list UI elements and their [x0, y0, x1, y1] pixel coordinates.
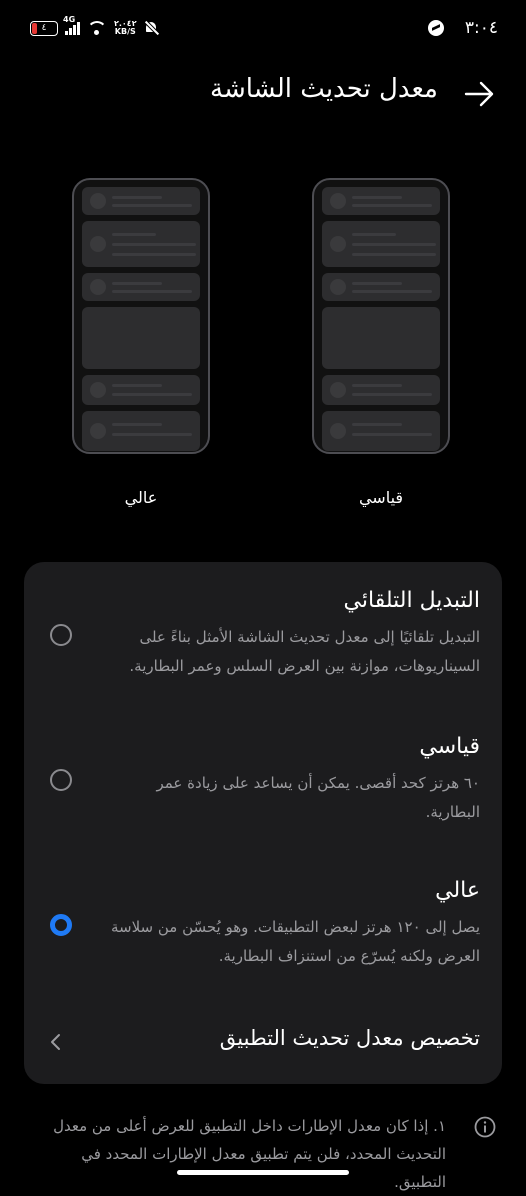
battery-icon: ٤	[30, 20, 58, 36]
network-speed: ٢.٠٤٢ KB/S	[114, 20, 137, 36]
radio-standard[interactable]	[50, 769, 72, 791]
info-icon	[474, 1116, 496, 1138]
arrow-right-icon	[464, 81, 494, 107]
option-standard-title: قياسي	[419, 734, 480, 759]
refresh-rate-options: التبديل التلقائي التبديل تلقائيًا إلى مع…	[24, 562, 502, 1084]
option-high-title: عالي	[435, 878, 480, 903]
option-standard-desc: ٦٠ هرتز كحد أقصى. يمكن أن يساعد على زياد…	[156, 774, 480, 821]
status-time: ٣:٠٤	[464, 18, 498, 38]
preview-standard	[312, 178, 450, 454]
status-bar: ٤ 4G ٢.٠٤٢ KB/S ٣:٠٤	[0, 0, 526, 56]
option-high-desc: يصل إلى ١٢٠ هرتز لبعض التطبيقات. وهو يُح…	[110, 918, 480, 965]
page-title: معدل تحديث الشاشة	[210, 74, 438, 104]
speed-unit: KB/S	[114, 27, 136, 36]
home-indicator[interactable]	[177, 1170, 349, 1175]
wifi-icon	[87, 21, 107, 35]
signal-icon: 4G	[63, 15, 80, 35]
option-auto-title: التبديل التلقائي	[343, 588, 480, 613]
chevron-left-icon	[51, 1034, 60, 1050]
messenger-icon	[428, 20, 444, 36]
option-auto-desc: التبديل تلقائيًا إلى معدل تحديث الشاشة ا…	[129, 628, 480, 675]
preview-standard-label: قياسي	[358, 488, 404, 507]
radio-auto[interactable]	[50, 624, 72, 646]
bell-off-icon	[144, 21, 158, 35]
network-type: 4G	[63, 14, 76, 24]
footnote: ١. إذا كان معدل الإطارات داخل التطبيق لل…	[53, 1117, 446, 1191]
status-left-icons: ٤ 4G ٢.٠٤٢ KB/S	[30, 15, 158, 38]
custom-app-refresh-label: تخصيص معدل تحديث التطبيق	[219, 1026, 480, 1050]
back-button[interactable]	[462, 76, 498, 112]
battery-level: ٤	[41, 23, 47, 33]
preview-high	[72, 178, 210, 454]
preview-high-label: عالي	[124, 488, 158, 507]
radio-high[interactable]	[50, 914, 72, 936]
